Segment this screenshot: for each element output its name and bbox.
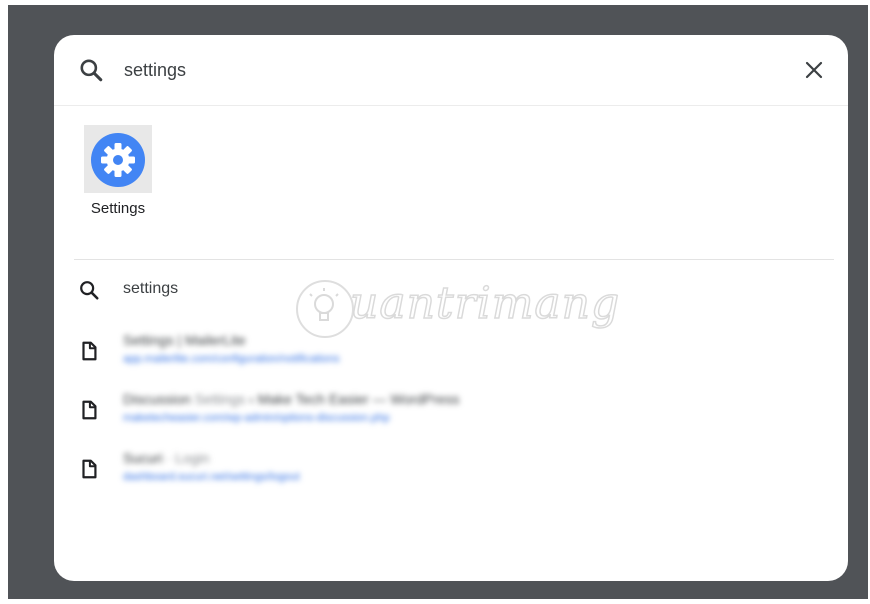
- page-icon: [82, 341, 97, 361]
- web-result-title: Settings | MailerLite: [123, 331, 246, 349]
- app-label: Settings: [90, 200, 146, 217]
- divider: [74, 259, 834, 260]
- web-result-title-rest: ‹ Make Tech Easier — WordPress: [245, 391, 460, 407]
- web-result-row[interactable]: Settings | MailerLite app.mailerlite.com…: [54, 331, 848, 371]
- page-icon: [82, 459, 97, 479]
- web-result-title: Discussion Settings ‹ Make Tech Easier —…: [123, 390, 459, 408]
- app-result-settings[interactable]: Settings: [82, 123, 154, 223]
- search-bar: [54, 35, 848, 106]
- web-result-title-main: Sucuri: [123, 450, 167, 466]
- query-suggestion-text: settings: [123, 280, 179, 297]
- launcher-search-panel: Settings settings Settings | MailerLite …: [54, 35, 848, 581]
- query-suggestion-row[interactable]: settings: [54, 279, 848, 303]
- page-icon: [82, 400, 97, 420]
- web-result-row[interactable]: Discussion Settings ‹ Make Tech Easier —…: [54, 390, 848, 430]
- search-input[interactable]: [124, 55, 764, 85]
- web-result-url: app.mailerlite.com/configuration/notific…: [123, 353, 340, 365]
- web-result-title: Sucuri · Login: [123, 449, 209, 467]
- web-result-title-match: · Login: [166, 450, 210, 466]
- web-result-url: maketecheasier.com/wp-admin/options-disc…: [123, 412, 390, 424]
- gear-icon: [91, 133, 145, 187]
- search-icon: [80, 281, 99, 300]
- web-result-row[interactable]: Sucuri · Login dashboard.sucuri.net/sett…: [54, 449, 848, 489]
- web-result-url: dashboard.sucuri.net/settings/logout: [123, 471, 300, 483]
- search-icon: [80, 59, 103, 82]
- close-button[interactable]: [798, 54, 830, 86]
- web-result-title-match: Settings: [194, 391, 246, 407]
- close-icon: [805, 61, 823, 79]
- web-result-title-main: Settings | MailerLite: [123, 332, 246, 348]
- web-result-title-main: Discussion: [123, 391, 195, 407]
